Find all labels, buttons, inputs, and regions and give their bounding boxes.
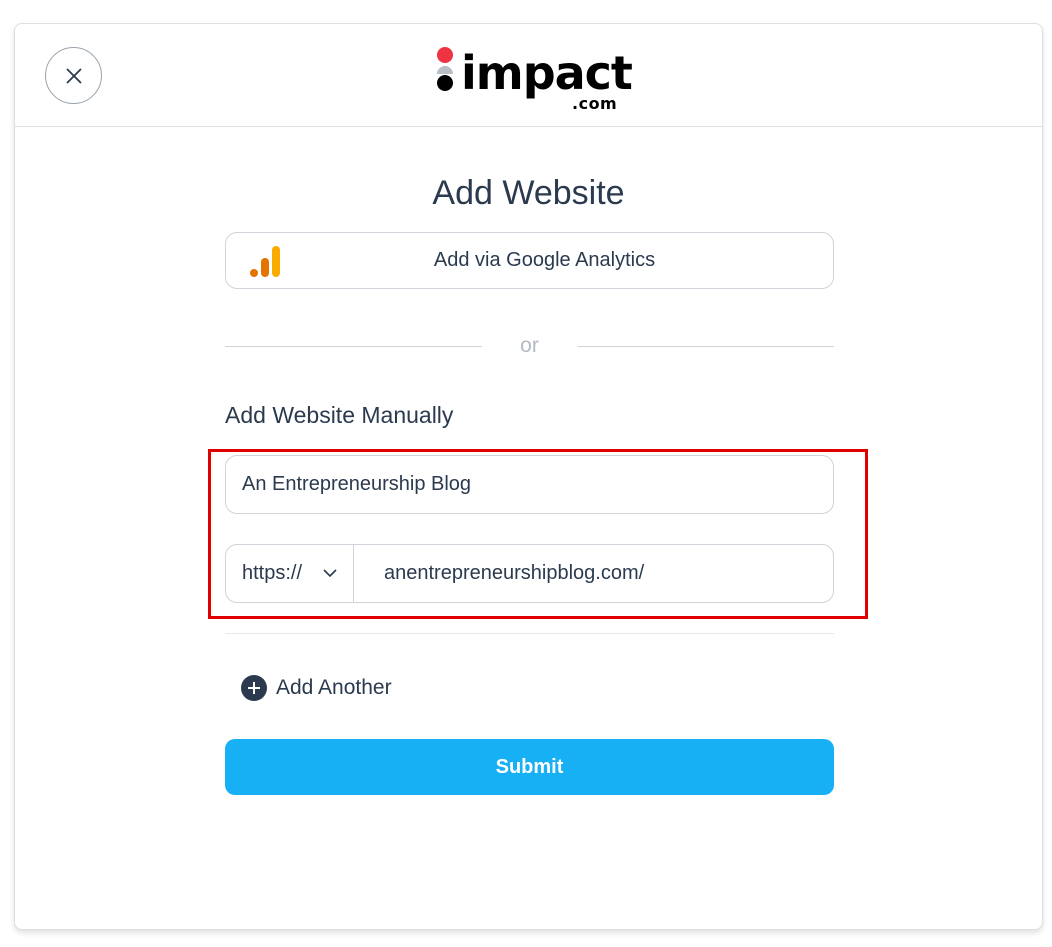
website-name-input[interactable]: An Entrepreneurship Blog	[225, 455, 834, 514]
add-via-google-analytics-button[interactable]: Add via Google Analytics	[225, 232, 834, 289]
manual-section-label: Add Website Manually	[225, 402, 454, 428]
add-website-modal: impact .com Add Website Add via Google A…	[14, 23, 1043, 930]
website-url-input[interactable]: anentrepreneurshipblog.com/	[384, 545, 644, 602]
add-another-label: Add Another	[276, 676, 392, 699]
chevron-down-icon	[323, 569, 337, 578]
plus-circle-icon	[241, 675, 267, 701]
website-url-group: https:// anentrepreneurshipblog.com/	[225, 544, 834, 603]
website-name-value: An Entrepreneurship Blog	[242, 473, 472, 495]
logo-dots-icon	[437, 47, 453, 91]
close-icon	[65, 67, 82, 84]
logo-suffix: .com	[572, 94, 618, 113]
close-button[interactable]	[45, 47, 102, 104]
protocol-select[interactable]: https://	[226, 545, 354, 602]
separator-line-right	[578, 346, 834, 347]
modal-header: impact .com	[15, 24, 1042, 127]
impact-logo: impact .com	[435, 46, 633, 116]
or-separator: or	[225, 334, 834, 362]
page-title: Add Website	[432, 174, 625, 212]
submit-button[interactable]: Submit	[225, 739, 834, 795]
logo-wordmark: impact	[461, 46, 633, 100]
google-analytics-label: Add via Google Analytics	[433, 249, 656, 271]
add-another-button[interactable]: Add Another	[241, 674, 392, 702]
protocol-value: https://	[242, 562, 303, 584]
section-divider	[225, 633, 834, 634]
website-url-value: anentrepreneurshipblog.com/	[384, 562, 645, 584]
